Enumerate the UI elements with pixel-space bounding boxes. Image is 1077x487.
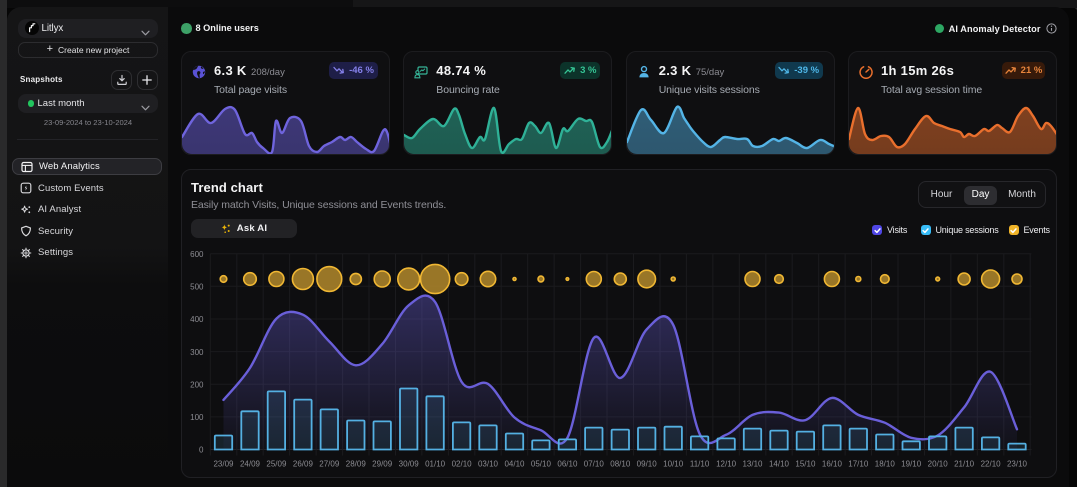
svg-text:12/10: 12/10 — [716, 460, 737, 469]
svg-text:26/09: 26/09 — [293, 460, 314, 469]
svg-text:15/10: 15/10 — [795, 460, 816, 469]
svg-text:18/10: 18/10 — [875, 460, 896, 469]
svg-text:16/10: 16/10 — [822, 460, 843, 469]
svg-text:02/10: 02/10 — [452, 460, 473, 469]
svg-text:500: 500 — [190, 283, 204, 292]
svg-text:13/10: 13/10 — [742, 460, 763, 469]
svg-text:03/10: 03/10 — [478, 460, 499, 469]
svg-text:25/09: 25/09 — [266, 460, 287, 469]
svg-text:06/10: 06/10 — [557, 460, 578, 469]
svg-text:07/10: 07/10 — [584, 460, 605, 469]
svg-text:28/09: 28/09 — [346, 460, 367, 469]
svg-text:300: 300 — [190, 348, 204, 357]
svg-text:11/10: 11/10 — [690, 460, 710, 469]
svg-text:100: 100 — [190, 413, 204, 422]
svg-text:200: 200 — [190, 380, 204, 389]
svg-text:22/10: 22/10 — [981, 460, 1002, 469]
svg-text:14/10: 14/10 — [769, 460, 790, 469]
svg-text:400: 400 — [190, 315, 204, 324]
svg-text:24/09: 24/09 — [240, 460, 261, 469]
svg-text:21/10: 21/10 — [954, 460, 975, 469]
svg-text:01/10: 01/10 — [425, 460, 446, 469]
svg-text:08/10: 08/10 — [610, 460, 631, 469]
svg-text:30/09: 30/09 — [399, 460, 420, 469]
svg-text:600: 600 — [190, 250, 204, 259]
svg-text:23/09: 23/09 — [213, 460, 234, 469]
svg-text:19/10: 19/10 — [901, 460, 922, 469]
svg-text:0: 0 — [199, 446, 204, 455]
svg-text:04/10: 04/10 — [504, 460, 525, 469]
svg-text:09/10: 09/10 — [637, 460, 658, 469]
svg-text:27/09: 27/09 — [319, 460, 340, 469]
svg-text:17/10: 17/10 — [848, 460, 869, 469]
svg-text:23/10: 23/10 — [1007, 460, 1028, 469]
svg-text:10/10: 10/10 — [663, 460, 684, 469]
svg-text:20/10: 20/10 — [928, 460, 949, 469]
svg-text:05/10: 05/10 — [531, 460, 552, 469]
svg-text:29/09: 29/09 — [372, 460, 393, 469]
